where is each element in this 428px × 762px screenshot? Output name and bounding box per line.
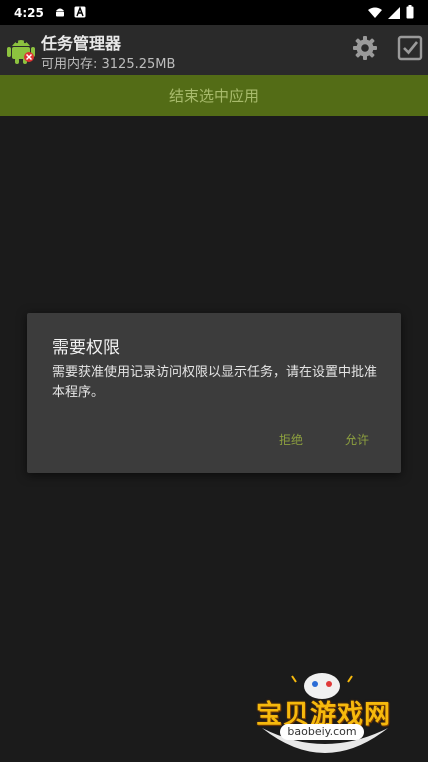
- select-all-button[interactable]: [395, 35, 425, 65]
- app-title: 任务管理器: [41, 34, 122, 53]
- signal-icon: [388, 4, 400, 23]
- app-bar: 任务管理器 可用内存: 3125.25MB: [0, 25, 428, 75]
- end-selected-apps-button[interactable]: 结束选中应用: [0, 75, 428, 116]
- android-app-icon: [4, 32, 38, 66]
- status-time: 4:25: [14, 5, 44, 20]
- end-selected-apps-label: 结束选中应用: [168, 87, 259, 105]
- deny-button[interactable]: 拒绝: [279, 431, 303, 448]
- a-notification-icon: [74, 3, 86, 22]
- gear-icon: [352, 35, 378, 65]
- watermark-logo: 宝贝游戏网 baobeiy.com: [252, 668, 398, 760]
- android-notification-icon: [54, 3, 66, 22]
- dialog-title: 需要权限: [52, 338, 120, 358]
- dialog-message: 需要获准使用记录访问权限以显示任务，请在设置中批准本程序。: [52, 365, 378, 400]
- checkbox-icon: [397, 35, 423, 65]
- status-bar: 4:25: [0, 0, 428, 25]
- permission-dialog: 需要权限 需要获准使用记录访问权限以显示任务，请在设置中批准本程序。 拒绝 允许: [27, 313, 401, 473]
- available-memory: 可用内存: 3125.25MB: [41, 57, 176, 72]
- watermark-url: baobeiy.com: [280, 724, 364, 740]
- battery-icon: [406, 4, 414, 23]
- allow-button[interactable]: 允许: [345, 431, 369, 448]
- settings-button[interactable]: [350, 35, 380, 65]
- wifi-icon: [368, 4, 382, 23]
